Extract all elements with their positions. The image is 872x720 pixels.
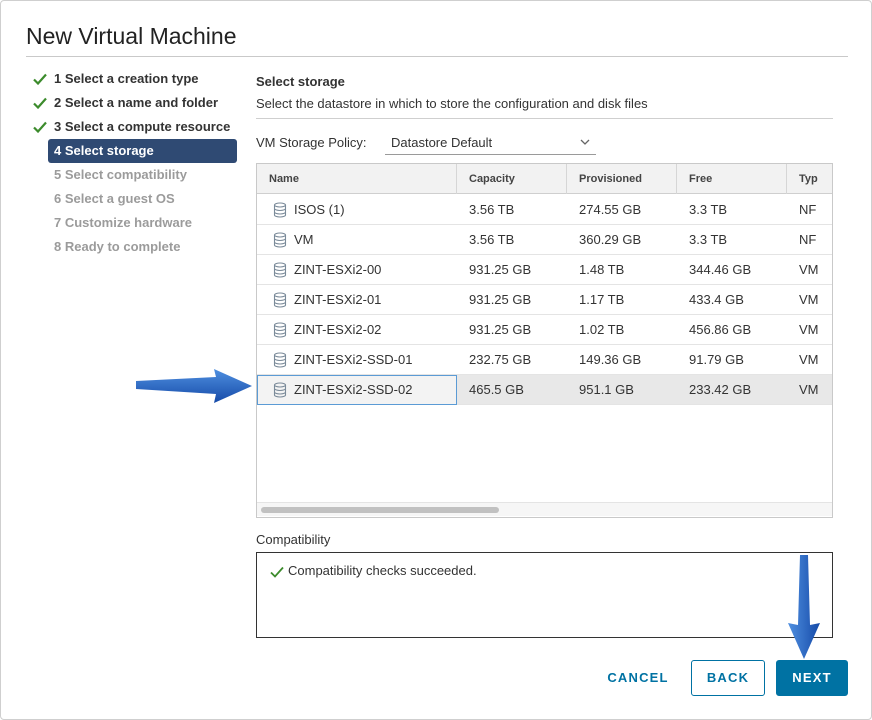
cell-type: VM [799,322,819,337]
step-label: 6 Select a guest OS [54,191,175,206]
cell-free: 433.4 GB [689,292,744,307]
cell-type: NF [799,202,817,217]
column-header-free[interactable]: Free [677,164,787,194]
cell-name: ZINT-ESXi2-SSD-01 [294,352,413,367]
step-customize-hardware: 7 Customize hardware [29,211,239,235]
table-row[interactable]: ISOS (1) 3.56 TB 274.55 GB 3.3 TB NF [257,195,832,225]
cell-capacity: 232.75 GB [469,352,532,367]
cell-free: 3.3 TB [689,232,728,247]
cell-name: ZINT-ESXi2-02 [294,322,382,337]
checkmark-icon [33,97,47,109]
table-row[interactable]: ZINT-ESXi2-SSD-01 232.75 GB 149.36 GB 91… [257,345,832,375]
table-row[interactable]: ZINT-ESXi2-01 931.25 GB 1.17 TB 433.4 GB… [257,285,832,315]
step-label: 8 Ready to complete [54,239,181,254]
table-row[interactable]: ZINT-ESXi2-02 931.25 GB 1.02 TB 456.86 G… [257,315,832,345]
horizontal-scrollbar[interactable] [257,502,832,516]
checkmark-icon [33,73,47,85]
step-label: 2 Select a name and folder [54,95,219,110]
cell-name: ISOS (1) [294,202,345,217]
step-label: 4 Select storage [54,143,154,158]
scrollbar-thumb[interactable] [261,507,499,513]
step-label: 7 Customize hardware [54,215,192,230]
grid-header: Name Capacity Provisioned Free Typ [257,164,832,194]
compatibility-label: Compatibility [256,532,331,547]
cell-free: 456.86 GB [689,322,752,337]
content-divider [256,118,833,119]
cell-name: ZINT-ESXi2-00 [294,262,382,277]
step-label: 3 Select a compute resource [54,119,231,134]
cell-provisioned: 951.1 GB [579,382,634,397]
step-compute-resource[interactable]: 3 Select a compute resource [29,115,239,139]
cell-provisioned: 360.29 GB [579,232,642,247]
step-guest-os: 6 Select a guest OS [29,187,239,211]
column-header-name[interactable]: Name [257,164,457,194]
dialog-title: New Virtual Machine [26,23,237,49]
new-vm-dialog: New Virtual Machine 1 Select a creation … [0,0,872,720]
checkmark-icon [270,566,284,578]
step-label: 5 Select compatibility [54,167,187,182]
table-row[interactable]: ZINT-ESXi2-00 931.25 GB 1.48 TB 344.46 G… [257,255,832,285]
column-header-capacity[interactable]: Capacity [457,164,567,194]
cell-capacity: 465.5 GB [469,382,524,397]
step-creation-type[interactable]: 1 Select a creation type [29,67,239,91]
cell-capacity: 931.25 GB [469,322,532,337]
step-name-folder[interactable]: 2 Select a name and folder [29,91,239,115]
cell-free: 91.79 GB [689,352,744,367]
annotation-arrow-down-icon [788,555,820,659]
cell-type: VM [799,382,819,397]
column-header-type[interactable]: Typ [787,164,832,194]
step-label: 1 Select a creation type [54,71,199,86]
wizard-steps: 1 Select a creation type 2 Select a name… [29,67,239,259]
cell-type: VM [799,352,819,367]
title-divider [26,56,848,57]
cell-capacity: 3.56 TB [469,202,515,217]
cell-capacity: 3.56 TB [469,232,515,247]
cell-provisioned: 1.17 TB [579,292,625,307]
compatibility-box: Compatibility checks succeeded. [256,552,833,638]
annotation-arrow-right-icon [136,369,252,403]
compatibility-message: Compatibility checks succeeded. [288,563,477,578]
cell-free: 3.3 TB [689,202,728,217]
cell-name: VM [294,232,314,247]
next-button[interactable]: NEXT [776,660,848,696]
cell-free: 233.42 GB [689,382,752,397]
cell-provisioned: 149.36 GB [579,352,642,367]
cell-name: ZINT-ESXi2-SSD-02 [257,375,457,405]
cell-capacity: 931.25 GB [469,292,532,307]
storage-policy-label: VM Storage Policy: [256,135,367,150]
cell-capacity: 931.25 GB [469,262,532,277]
section-description: Select the datastore in which to store t… [256,96,648,111]
cell-free: 344.46 GB [689,262,752,277]
cell-provisioned: 1.48 TB [579,262,625,277]
storage-policy-value: Datastore Default [391,135,493,150]
checkmark-icon [33,121,47,133]
cell-name: ZINT-ESXi2-01 [294,292,382,307]
section-title: Select storage [256,74,345,89]
cell-type: NF [799,232,817,247]
step-select-storage[interactable]: 4 Select storage [48,139,237,163]
cell-provisioned: 274.55 GB [579,202,642,217]
datastore-grid: Name Capacity Provisioned Free Typ ISOS … [256,163,833,518]
table-row-selected[interactable]: ZINT-ESXi2-SSD-02 465.5 GB 951.1 GB 233.… [257,375,832,405]
storage-policy-select[interactable]: Datastore Default [385,132,596,155]
back-button[interactable]: BACK [691,660,765,696]
cell-provisioned: 1.02 TB [579,322,625,337]
table-row[interactable]: VM 3.56 TB 360.29 GB 3.3 TB NF [257,225,832,255]
cell-type: VM [799,262,819,277]
chevron-down-icon [580,139,590,145]
step-compatibility: 5 Select compatibility [29,163,239,187]
cell-type: VM [799,292,819,307]
database-icon [273,382,287,398]
cancel-button[interactable]: CANCEL [595,660,681,696]
step-ready-to-complete: 8 Ready to complete [29,235,239,259]
column-header-provisioned[interactable]: Provisioned [567,164,677,194]
